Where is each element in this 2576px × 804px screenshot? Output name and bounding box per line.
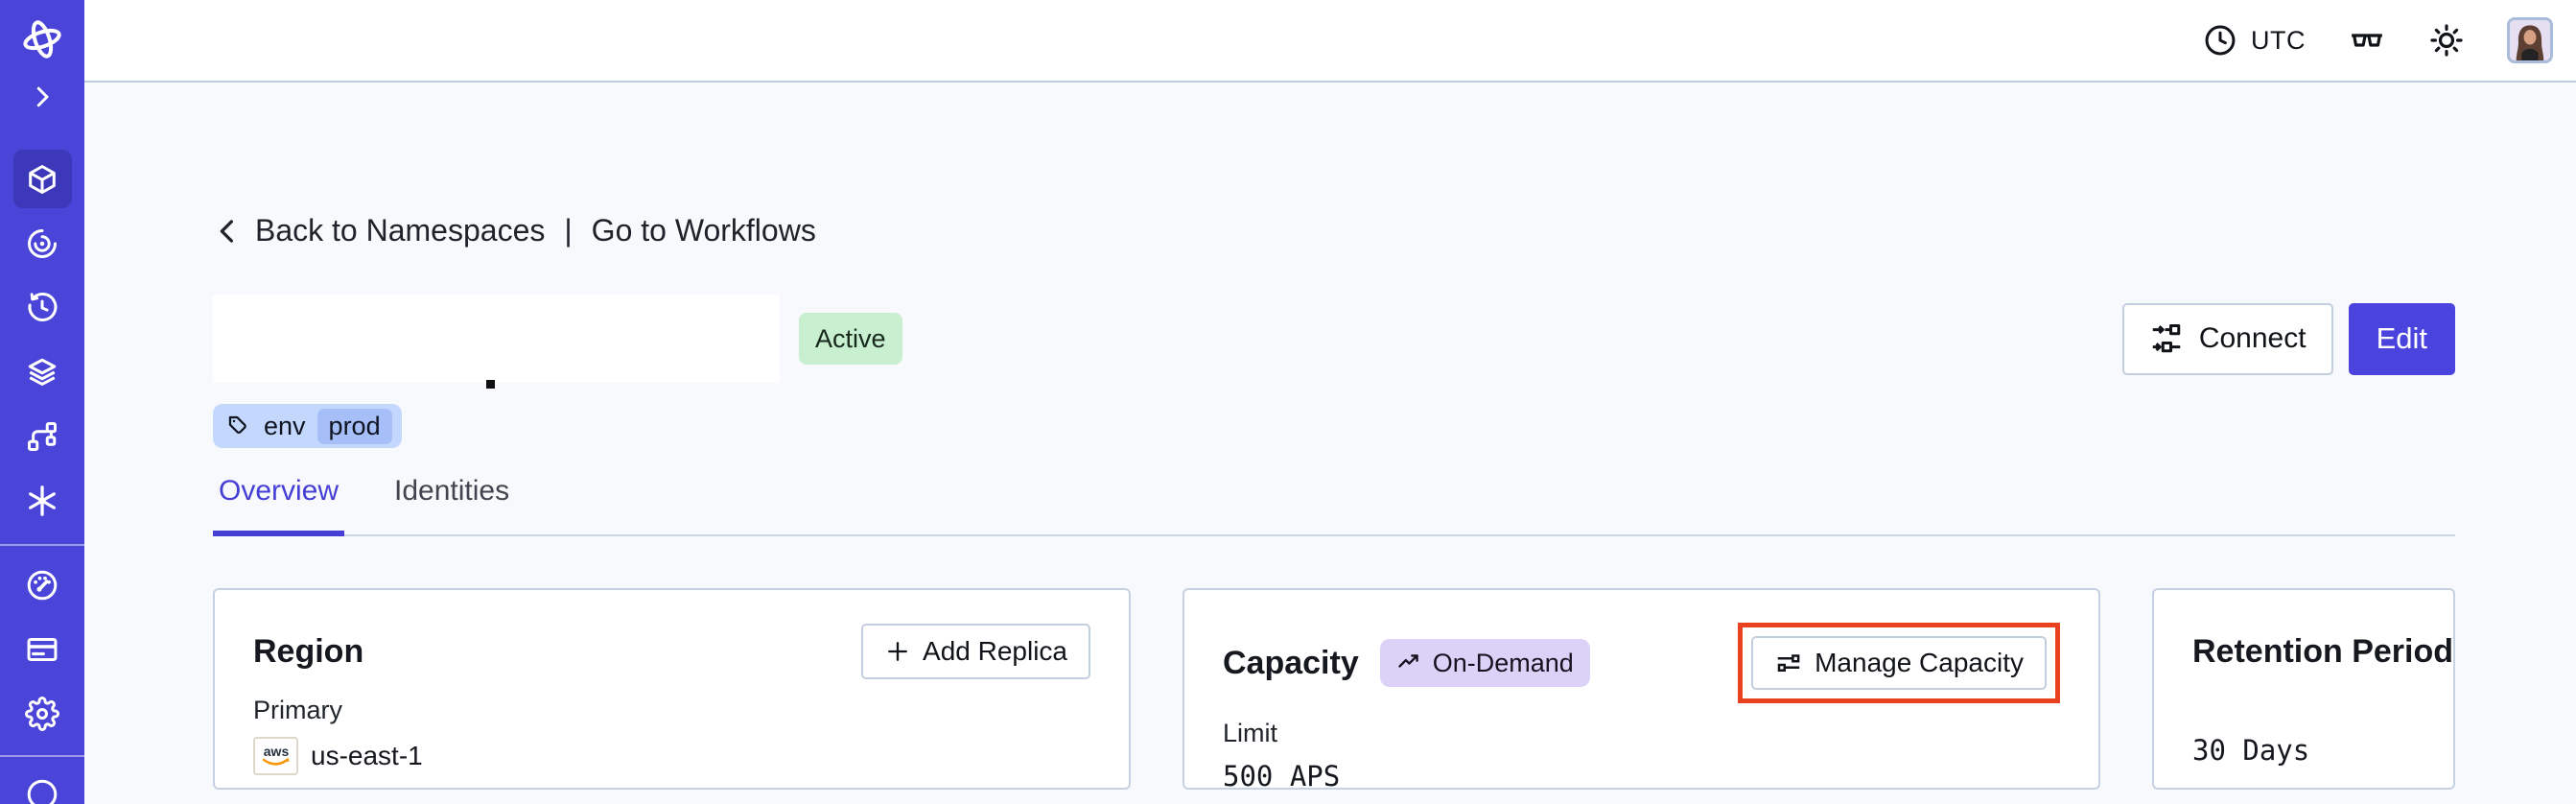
region-value: us-east-1 [311,741,423,770]
sidebar [0,0,84,804]
clock-icon [2203,23,2237,58]
workflows-link-label: Go to Workflows [591,213,816,248]
sidebar-item-namespaces[interactable] [12,150,72,208]
limit-value: 500 APS [1223,760,1341,792]
sidebar-item-billing[interactable] [13,620,72,678]
redaction-artifact [486,380,495,389]
plus-icon [884,638,911,665]
on-demand-badge: On-Demand [1379,639,1590,687]
timezone-selector[interactable]: UTC [2203,23,2306,58]
aws-logo-text: aws [263,744,289,759]
edit-button[interactable]: Edit [2348,302,2455,375]
sidebar-item-help[interactable] [13,765,72,804]
connect-button[interactable]: Connect [2121,302,2333,375]
sidebar-item-pipelines[interactable] [13,407,72,465]
billing-card-icon [25,632,59,667]
sidebar-divider [0,755,84,757]
usage-gauge-icon [25,568,59,603]
on-demand-label: On-Demand [1432,648,1574,677]
sidebar-item-settings[interactable] [13,684,72,743]
connect-button-label: Connect [2198,322,2307,354]
asterisk-icon [25,484,59,518]
nexus-spiral-icon [25,226,59,261]
back-to-namespaces-link[interactable]: Back to Namespaces [213,213,545,248]
tag-row: env prod [213,404,2455,448]
schedules-clock-icon [25,291,59,325]
capacity-card: Capacity On-Demand Manage Capacity Limit… [1183,588,2100,792]
edit-button-label: Edit [2376,321,2427,355]
temporal-logo-icon[interactable] [19,17,65,61]
namespace-title-redacted [213,295,780,389]
theme-toggle-button[interactable] [2428,22,2465,59]
sidebar-item-schedules[interactable] [13,278,72,337]
aws-logo-icon: aws [253,737,298,775]
top-bar: UTC [84,0,2576,83]
capacity-card-header: Capacity On-Demand Manage Capacity [1223,623,2060,703]
retention-card-title: Retention Period [2192,632,2454,670]
sidebar-item-nexus[interactable] [13,214,72,272]
trend-up-icon [1396,650,1423,676]
retention-value: 30 Days [2192,734,2310,767]
overview-cards: Region Add Replica Primary aws us-east-1… [213,588,2455,792]
namespace-actions: Connect Edit [2121,302,2455,375]
layers-stack-icon [25,355,59,390]
user-avatar[interactable] [2507,17,2553,63]
manage-capacity-button[interactable]: Manage Capacity [1751,636,2047,690]
back-link-label: Back to Namespaces [255,213,546,248]
tag-key: env [264,411,306,440]
sidebar-item-deployments[interactable] [13,343,72,401]
sidebar-item-usage[interactable] [13,556,72,614]
namespaces-cube-icon [25,162,59,197]
breadcrumb: Back to Namespaces | Go to Workflows [213,213,2455,248]
sliders-icon [1774,649,1803,677]
help-circle-icon [25,777,59,804]
settings-gear-icon [25,696,59,731]
primary-label: Primary [253,696,342,724]
back-chevron-icon [213,216,244,247]
main-content: Back to Namespaces | Go to Workflows Act… [213,83,2455,792]
region-card-header: Region Add Replica [253,623,1090,680]
connect-flow-icon [2149,321,2184,356]
tag-value: prod [316,408,392,444]
sidebar-item-batch-operations[interactable] [13,471,72,530]
add-replica-label: Add Replica [923,636,1067,666]
manage-capacity-label: Manage Capacity [1815,648,2024,677]
namespace-title-row: Active Connect Edit [213,295,2455,389]
glasses-icon [2348,21,2386,59]
sidebar-expand-button[interactable] [21,83,63,111]
retention-card: Retention Period 30 Days [2152,588,2455,790]
sidebar-divider [0,544,84,546]
region-card-title: Region [253,632,364,670]
region-value-row: aws us-east-1 [253,737,1090,775]
breadcrumb-separator: | [564,213,573,248]
region-card: Region Add Replica Primary aws us-east-1 [213,588,1131,790]
timezone-label: UTC [2251,25,2306,55]
limit-label: Limit [1223,719,1278,747]
tab-identities[interactable]: Identities [388,475,515,536]
retention-card-header: Retention Period [2192,623,2453,680]
namespace-tag: env prod [213,404,402,448]
add-replica-button[interactable]: Add Replica [861,624,1090,679]
manage-capacity-highlight: Manage Capacity [1738,623,2060,703]
sun-icon [2428,22,2465,59]
go-to-workflows-link[interactable]: Go to Workflows [592,213,816,248]
tag-icon [226,414,252,439]
pipeline-branch-icon [25,419,59,454]
tabs: Overview Identities [213,475,2455,536]
status-badge: Active [799,313,902,365]
capacity-card-title: Capacity [1223,644,1359,681]
labs-toggle-button[interactable] [2348,21,2386,59]
tab-overview[interactable]: Overview [213,475,345,536]
